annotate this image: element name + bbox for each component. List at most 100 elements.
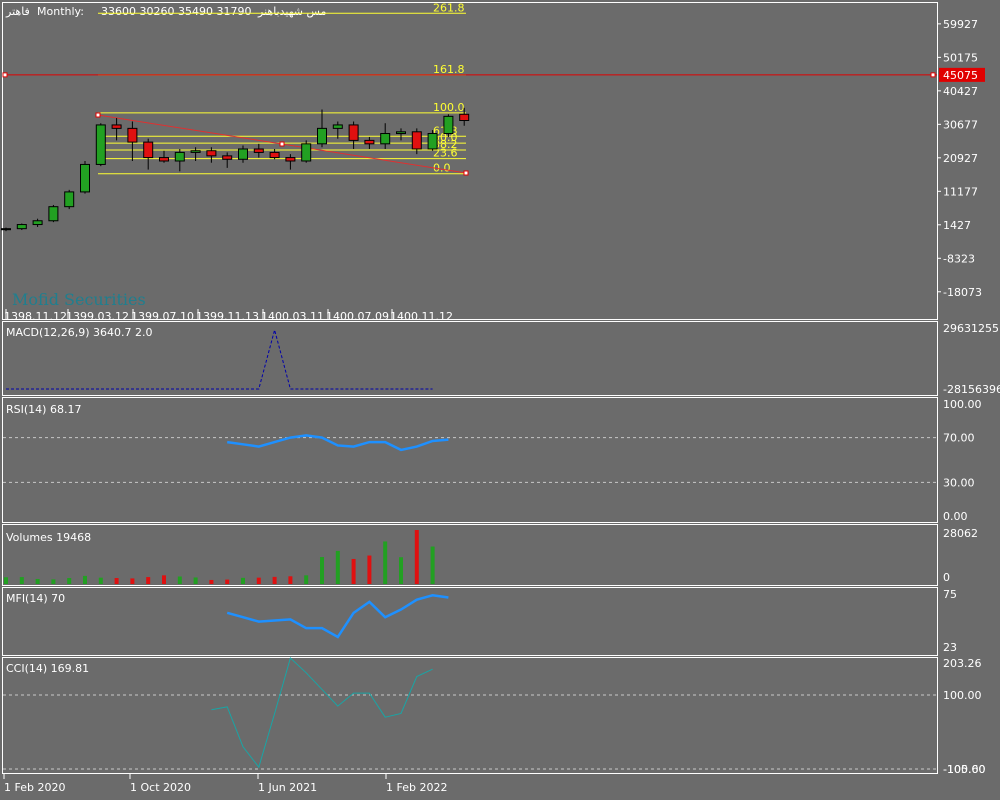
candle-body: [301, 143, 312, 162]
candle[interactable]: [396, 128, 406, 141]
candle-body: [32, 220, 43, 226]
cci-axis-overlap: -105.60: [943, 763, 985, 776]
candle-body: [1, 228, 11, 231]
candle-body: [80, 163, 90, 193]
fib-anchor[interactable]: [279, 141, 285, 147]
candle-body: [380, 133, 391, 145]
price-tick-label: -18073: [943, 286, 982, 299]
bottom-time-label: 1 Jun 2021: [258, 781, 317, 794]
candle[interactable]: [301, 140, 312, 163]
candle[interactable]: [253, 143, 264, 158]
line-anchor[interactable]: [2, 72, 8, 78]
candle[interactable]: [80, 161, 90, 194]
candle[interactable]: [48, 204, 59, 223]
candle[interactable]: [269, 148, 280, 160]
trading-chart[interactable]: فاهتر Monthly: 33600 30260 35490 31790 م…: [0, 0, 1000, 800]
candle-body: [427, 133, 438, 150]
price-tick-label: 40427: [943, 85, 978, 98]
candle[interactable]: [16, 223, 27, 231]
candle[interactable]: [238, 145, 248, 163]
bottom-time-label: 1 Oct 2020: [130, 781, 191, 794]
bottom-time-label: 1 Feb 2022: [386, 781, 447, 794]
candle[interactable]: [32, 218, 43, 227]
candle[interactable]: [127, 121, 138, 162]
volume-bar: [288, 576, 293, 584]
pane-frames: [2, 2, 938, 774]
bottom-time-label: 1 Feb 2020: [4, 781, 65, 794]
fib-anchor[interactable]: [95, 112, 101, 118]
candle[interactable]: [174, 148, 185, 172]
line-anchor[interactable]: [930, 72, 936, 78]
candle[interactable]: [443, 114, 454, 137]
broker-watermark: Mofid Securities: [12, 290, 146, 309]
volumes-axis-bottom: 0: [943, 571, 950, 584]
candle-body: [459, 113, 470, 122]
rsi-series: [227, 434, 449, 452]
time-tick-label: 1399.03.12: [66, 310, 129, 323]
price-tick-label: -8323: [943, 252, 975, 265]
candle[interactable]: [222, 152, 233, 168]
timeframe-label: Monthly:: [37, 5, 84, 18]
time-tick-label: 1399.07.10: [131, 310, 194, 323]
rsi-tick-label: 100.00: [943, 398, 982, 411]
candle[interactable]: [95, 123, 106, 167]
candle-body: [348, 124, 359, 141]
volume-bar: [114, 578, 119, 584]
volume-bar: [430, 546, 435, 584]
candle[interactable]: [364, 136, 375, 149]
candle[interactable]: [143, 138, 154, 170]
candle[interactable]: [348, 121, 359, 149]
volume-bar: [256, 577, 261, 584]
candle-body: [317, 127, 327, 145]
volume-bar: [383, 541, 388, 584]
volume-bar: [241, 577, 245, 584]
candle-body: [206, 150, 217, 157]
fib-anchor[interactable]: [463, 170, 469, 176]
volume-bar: [4, 577, 8, 584]
candle[interactable]: [317, 109, 327, 148]
bottom-time-axis: 1 Feb 2020 1 Oct 2020 1 Jun 2021 1 Feb 2022: [3, 774, 447, 794]
candlesticks[interactable]: [1, 107, 470, 232]
main-pane-frame: [2, 2, 938, 320]
rsi-tick-label: 70.00: [943, 432, 975, 445]
candle-body: [285, 157, 296, 162]
candle-body: [222, 155, 233, 160]
candle[interactable]: [285, 154, 296, 170]
candle-body: [190, 150, 201, 153]
candle[interactable]: [380, 123, 391, 149]
candle[interactable]: [111, 118, 122, 141]
volume-bar: [351, 558, 356, 584]
volume-bar: [83, 575, 87, 584]
cci-series: [211, 657, 433, 769]
candle-body: [364, 139, 375, 145]
cci-pane-frame: [2, 657, 938, 774]
candle-body: [443, 115, 454, 135]
candle[interactable]: [64, 189, 75, 210]
candle-body: [332, 124, 343, 129]
price-tick-label: 59927: [943, 18, 978, 31]
volume-bar: [51, 579, 56, 584]
cci-line: [3, 657, 937, 770]
volume-bar: [146, 577, 151, 584]
cci-axis-100: 100.00: [943, 689, 982, 702]
volume-bar: [225, 579, 230, 584]
rsi-axis: 100.00 70.00 30.00 0.00: [943, 398, 982, 523]
volume-bar: [19, 577, 24, 584]
candle[interactable]: [159, 150, 169, 163]
volume-bar: [193, 577, 198, 584]
volume-bar: [367, 555, 372, 584]
price-axis: 59927 50175 40427 30677 20927 11177 1427 -8323 -…: [937, 18, 982, 299]
candle-body: [238, 148, 248, 160]
main-time-axis: 1398.11.12 1399.03.12 1399.07.10 1399.11.13…: [4, 309, 453, 323]
volume-bar: [177, 576, 182, 584]
symbol-description: مس شهیدباهنر: [257, 5, 327, 18]
volume-bar: [414, 530, 419, 584]
price-tick-label: 30677: [943, 118, 978, 131]
candle[interactable]: [427, 130, 438, 151]
rsi-pane-frame: [2, 397, 938, 523]
time-tick-label: 1400.03.11: [261, 310, 324, 323]
volume-bar: [272, 576, 277, 584]
candle-body: [64, 191, 75, 208]
volumes-pane-frame: [2, 524, 938, 586]
candle-body: [174, 151, 185, 162]
